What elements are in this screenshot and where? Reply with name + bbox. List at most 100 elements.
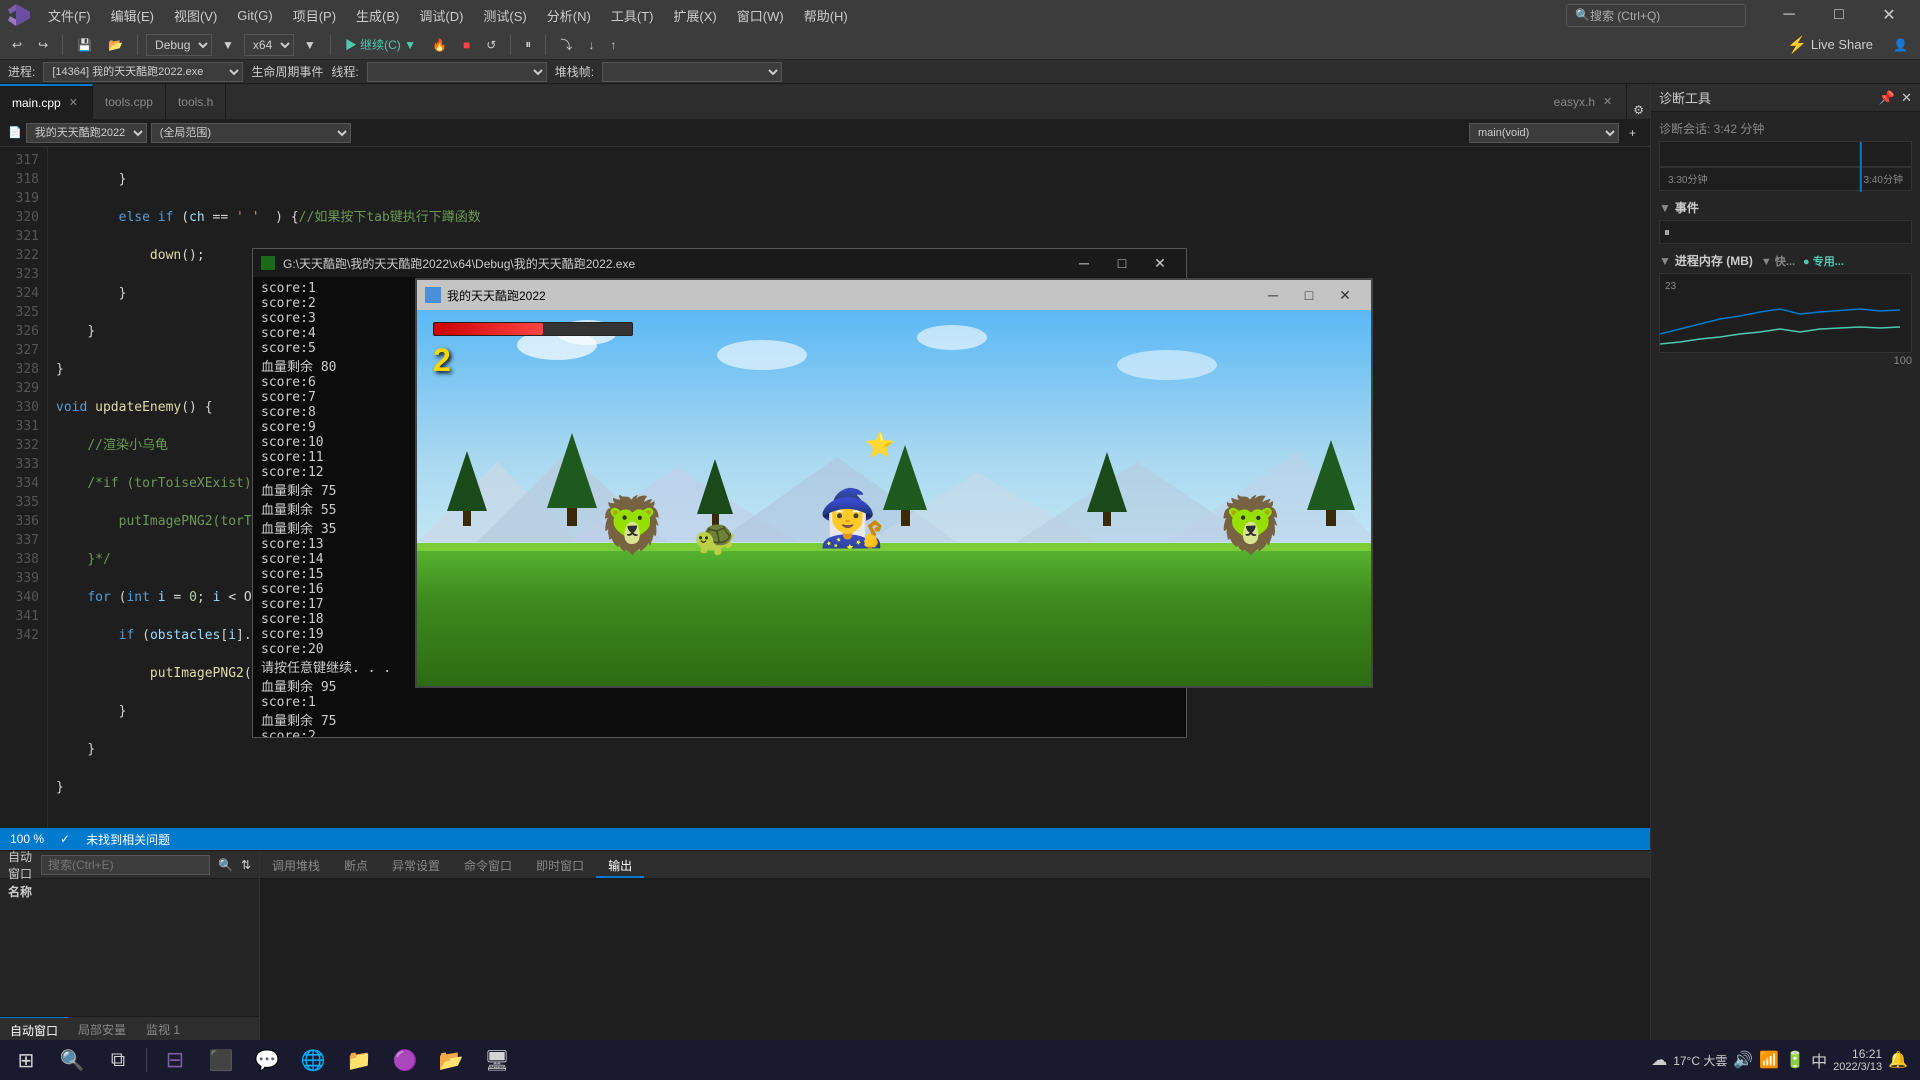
menu-help[interactable]: 帮助(H)	[796, 2, 856, 29]
ln-321: 321	[12, 227, 39, 246]
minimize-button[interactable]: ─	[1766, 0, 1812, 30]
menu-tools[interactable]: 工具(T)	[603, 2, 662, 29]
menu-test[interactable]: 测试(S)	[475, 2, 534, 29]
hot-reload-button[interactable]: 🔥	[426, 36, 453, 54]
menu-window[interactable]: 窗口(W)	[729, 2, 792, 29]
chrome-icon[interactable]: 🌐	[291, 1042, 335, 1078]
menu-analyze[interactable]: 分析(N)	[539, 2, 599, 29]
expand-button[interactable]: +	[1623, 124, 1642, 142]
project-nav-dropdown[interactable]: 我的天天酷跑2022	[26, 123, 147, 143]
main-cpp-close[interactable]: ✕	[67, 96, 80, 109]
tab-main-cpp[interactable]: main.cpp ✕	[0, 84, 93, 119]
step-out-button[interactable]: ↑	[604, 36, 622, 54]
platform-arrow[interactable]: ▼	[298, 36, 322, 54]
events-toggle[interactable]: ▼	[1659, 201, 1671, 215]
open-button[interactable]: 📂	[102, 36, 129, 54]
extra-icon-2[interactable]: 📂	[429, 1042, 473, 1078]
start-button[interactable]: ⊞	[4, 1042, 48, 1078]
maximize-button[interactable]: □	[1816, 0, 1862, 30]
thread-dropdown[interactable]	[367, 62, 547, 82]
ln-332: 332	[12, 436, 39, 455]
explorer-icon[interactable]: 📁	[337, 1042, 381, 1078]
wechat-icon[interactable]: 💬	[245, 1042, 289, 1078]
menu-edit[interactable]: 编辑(E)	[103, 2, 162, 29]
network-icon[interactable]: 📶	[1759, 1050, 1779, 1070]
tab-immediate[interactable]: 即时窗口	[524, 851, 596, 878]
platform-dropdown[interactable]: x64	[244, 34, 294, 56]
auto-tab-locals[interactable]: 局部安量	[68, 1017, 136, 1040]
tab-easyx-h[interactable]: easyx.h ✕	[1542, 84, 1628, 119]
game-minimize[interactable]: ─	[1255, 280, 1291, 310]
live-share-button[interactable]: ⚡ Live Share	[1777, 31, 1883, 59]
continue-button[interactable]: ▶ 继续(C) ▼	[339, 34, 422, 55]
ln-329: 329	[12, 379, 39, 398]
config-arrow[interactable]: ▼	[216, 36, 240, 54]
step-into-button[interactable]: ↓	[582, 36, 600, 54]
restart-button[interactable]: ↺	[480, 36, 502, 54]
battery-icon[interactable]: 🔋	[1785, 1050, 1805, 1070]
ime-icon[interactable]: 中	[1811, 1048, 1827, 1072]
ln-324: 324	[12, 284, 39, 303]
enemy-2: 🦁	[1217, 493, 1285, 558]
menu-debug[interactable]: 调试(D)	[411, 2, 471, 29]
menu-project[interactable]: 项目(P)	[285, 2, 344, 29]
sort-icon[interactable]: ⇅	[241, 858, 251, 872]
search-taskbar-button[interactable]: 🔍	[50, 1042, 94, 1078]
search-icon[interactable]: 🔍	[218, 858, 233, 872]
step-over-button[interactable]: ⤵	[554, 34, 578, 55]
process-dropdown[interactable]: [14364] 我的天天酷跑2022.exe	[43, 62, 243, 82]
game-maximize[interactable]: □	[1291, 280, 1327, 310]
extra-icon-1[interactable]: 🟣	[383, 1042, 427, 1078]
game-close[interactable]: ✕	[1327, 280, 1363, 310]
tab-exceptions[interactable]: 异常设置	[380, 851, 452, 878]
stack-dropdown[interactable]	[602, 62, 782, 82]
tab-tools-h[interactable]: tools.h	[166, 84, 226, 119]
settings-button[interactable]: ⚙	[1627, 101, 1650, 119]
tab-tools-cpp[interactable]: tools.cpp	[93, 84, 166, 119]
redo-button[interactable]: ↪	[32, 36, 54, 54]
easyx-close[interactable]: ✕	[1601, 95, 1614, 108]
vs-taskbar-icon[interactable]: ⊟	[153, 1042, 197, 1078]
cmd-close[interactable]: ✕	[1142, 249, 1178, 277]
ln-336: 336	[12, 512, 39, 531]
cloud-icon[interactable]: ☁	[1651, 1050, 1667, 1070]
tab-command[interactable]: 命令窗口	[452, 851, 524, 878]
tab-output[interactable]: 输出	[596, 851, 644, 878]
search-box[interactable]: 🔍 搜索 (Ctrl+Q)	[1566, 4, 1746, 27]
menu-file[interactable]: 文件(F)	[40, 2, 99, 29]
extra-icon-3[interactable]: 🖥	[475, 1042, 519, 1078]
pause-button[interactable]: ⏸	[519, 35, 537, 54]
ln-335: 335	[12, 493, 39, 512]
menu-extensions[interactable]: 扩展(X)	[665, 2, 724, 29]
menu-git[interactable]: Git(G)	[229, 4, 280, 27]
cmd-maximize[interactable]: □	[1104, 249, 1140, 277]
auto-tab-watch[interactable]: 监视 1	[136, 1017, 190, 1040]
auto-search-input[interactable]	[41, 855, 210, 875]
scope-nav-dropdown[interactable]: (全局范围)	[151, 123, 351, 143]
tab-breakpoints[interactable]: 断点	[332, 851, 380, 878]
undo-button[interactable]: ↩	[6, 36, 28, 54]
memory-toggle[interactable]: ▼	[1659, 254, 1671, 268]
stop-button[interactable]: ■	[457, 36, 476, 54]
auto-tab-auto[interactable]: 自动窗口	[0, 1017, 68, 1040]
csdn-icon[interactable]: ⬛	[199, 1042, 243, 1078]
cmd-minimize[interactable]: ─	[1066, 249, 1102, 277]
close-button[interactable]: ✕	[1866, 0, 1912, 30]
events-label: 事件	[1675, 199, 1699, 216]
tab-callstack[interactable]: 调用堆栈	[260, 851, 332, 878]
volume-icon[interactable]: 🔊	[1733, 1050, 1753, 1070]
save-button[interactable]: 💾	[71, 36, 98, 54]
menu-build[interactable]: 生成(B)	[348, 2, 407, 29]
diag-close-icon[interactable]: ✕	[1901, 90, 1912, 106]
game-window[interactable]: 我的天天酷跑2022 ─ □ ✕	[415, 278, 1373, 688]
pause-events-icon[interactable]: ⏸	[1664, 225, 1670, 240]
enemy-1: 🦁	[598, 493, 666, 558]
notification-icon[interactable]: 🔔	[1888, 1050, 1908, 1070]
menu-view[interactable]: 视图(V)	[166, 2, 225, 29]
task-view-button[interactable]: ⧉	[96, 1042, 140, 1078]
debug-config-dropdown[interactable]: Debug	[146, 34, 212, 56]
user-icon[interactable]: 👤	[1887, 36, 1914, 54]
ln-318: 318	[12, 170, 39, 189]
diag-pin-icon[interactable]: 📌	[1879, 90, 1895, 106]
function-nav-dropdown[interactable]: main(void)	[1469, 123, 1619, 143]
